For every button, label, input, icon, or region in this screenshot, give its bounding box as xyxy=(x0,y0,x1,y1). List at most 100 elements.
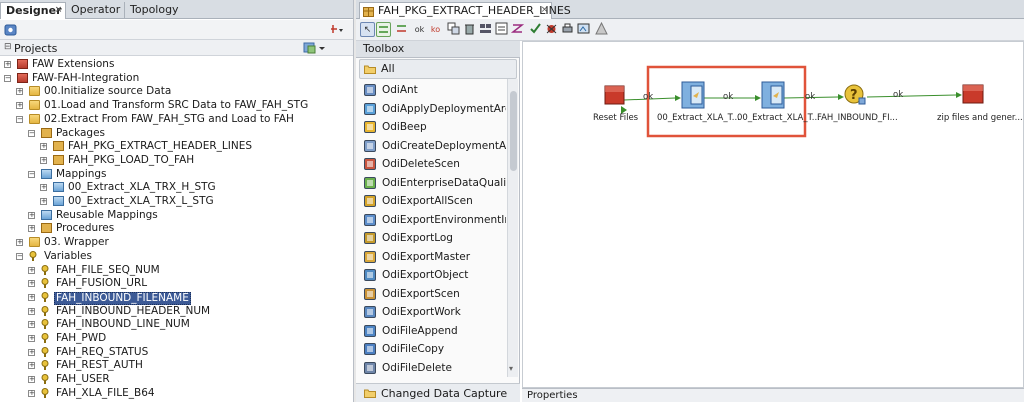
expand-toggle-icon[interactable]: + xyxy=(40,198,47,205)
tree-item[interactable]: + FAH_FILE_SEQ_NUM xyxy=(28,264,344,277)
toolbox-item[interactable]: OdiFileCopy xyxy=(364,340,506,358)
expand-toggle-icon[interactable]: + xyxy=(16,88,23,96)
toolbox-item[interactable]: OdiExportMaster xyxy=(364,248,506,266)
expand-toggle-icon[interactable]: + xyxy=(28,389,35,397)
expand-toggle-icon[interactable]: + xyxy=(40,156,47,164)
projects-menu-icon[interactable] xyxy=(303,41,327,55)
tab-topology[interactable]: Topology xyxy=(124,2,186,19)
toolbox-item[interactable]: OdiFileDelete xyxy=(364,359,506,377)
projects-section-header[interactable]: ⊟ Projects xyxy=(0,40,353,56)
tree-item[interactable]: +00_Extract_XLA_TRX_L_STG xyxy=(40,195,344,208)
next-step-ko-icon[interactable] xyxy=(394,22,409,37)
ko-path-icon[interactable]: ko xyxy=(428,22,443,37)
tree-item[interactable]: + FAH_USER xyxy=(28,373,344,386)
expand-toggle-icon[interactable]: + xyxy=(28,335,35,342)
toolbox-item[interactable]: OdiAnt xyxy=(364,81,506,99)
expand-toggle-icon[interactable]: + xyxy=(28,307,35,315)
close-icon[interactable]: × xyxy=(540,6,549,15)
tree-item[interactable]: +03. Wrapper xyxy=(16,236,344,249)
export-image-icon[interactable] xyxy=(576,22,591,37)
collapse-toggle-icon[interactable]: − xyxy=(28,170,35,178)
toolbox-item[interactable]: OdiDeleteScen xyxy=(364,155,506,173)
toolbox-item[interactable]: OdiExportLog xyxy=(364,229,506,247)
tree-item[interactable]: − 02.Extract From FAW_FAH_STG and Load to… xyxy=(16,113,344,126)
tree-item[interactable]: + FAH_REST_AUTH xyxy=(28,359,344,372)
toolbox-item[interactable]: OdiApplyDeploymentArchive xyxy=(364,100,506,118)
reroute-icon[interactable] xyxy=(510,22,525,37)
tree-item[interactable]: − FAW-FAH-Integration xyxy=(4,72,344,85)
tab-designer[interactable]: Designer × xyxy=(0,2,66,19)
expand-toggle-icon[interactable]: + xyxy=(28,321,35,329)
tree-item[interactable]: + FAH_FUSION_URL xyxy=(28,277,344,290)
debug-icon[interactable] xyxy=(544,22,559,37)
toolbox-group-changed-data-capture[interactable]: Changed Data Capture xyxy=(356,383,520,402)
collapse-toggle-icon[interactable]: − xyxy=(4,74,11,82)
tree-item[interactable]: + FAH_INBOUND_LINE_NUM xyxy=(28,318,344,331)
tree-item[interactable]: + Procedures xyxy=(28,222,344,235)
node-extract-xla-trx-l[interactable] xyxy=(761,81,785,109)
edge-variable-to-zip[interactable] xyxy=(866,94,957,98)
ok-path-icon[interactable]: ok xyxy=(412,22,427,37)
node-zip-files[interactable] xyxy=(962,84,984,104)
tab-fah-pkg-extract-header-lines[interactable]: FAH_PKG_EXTRACT_HEADER_LINES × xyxy=(359,2,571,19)
tree-item[interactable]: + FAH_PWD xyxy=(28,332,344,345)
validate-icon[interactable] xyxy=(528,22,543,37)
collapse-icon[interactable]: ⊟ xyxy=(4,42,12,52)
close-icon[interactable]: × xyxy=(54,6,63,15)
duplicate-icon[interactable] xyxy=(446,22,461,37)
select-tool-icon[interactable]: ↖ xyxy=(360,22,375,37)
toolbox-item[interactable]: OdiCreateDeploymentArchive xyxy=(364,137,506,155)
collapse-toggle-icon[interactable]: − xyxy=(16,115,23,123)
toolbox-item[interactable]: OdiFileAppend xyxy=(364,322,506,340)
expand-toggle-icon[interactable]: + xyxy=(16,102,23,110)
tree-item[interactable]: + Reusable Mappings xyxy=(28,209,344,222)
toolbox-scroll-thumb[interactable] xyxy=(510,91,517,171)
tree-item[interactable]: + FAW Extensions xyxy=(4,58,344,71)
delete-icon[interactable] xyxy=(462,22,477,37)
expand-toggle-icon[interactable]: + xyxy=(28,211,35,219)
align-icon[interactable] xyxy=(478,22,493,37)
tree-item[interactable]: +01.Load and Transform SRC Data to FAW_F… xyxy=(16,99,344,112)
toolbox-item[interactable]: OdiBeep xyxy=(364,118,506,136)
expand-toggle-icon[interactable]: + xyxy=(4,61,11,68)
toolbox-scrollbar[interactable]: ▾ xyxy=(507,79,518,377)
node-reset-files[interactable] xyxy=(604,85,627,114)
toolbox-group-all[interactable]: All xyxy=(359,59,517,79)
tree-item[interactable]: +00.Initialize source Data xyxy=(16,85,344,98)
collapse-toggle-icon[interactable]: − xyxy=(28,129,35,137)
tree-item[interactable]: +00_Extract_XLA_TRX_H_STG xyxy=(40,181,344,194)
layout-icon[interactable] xyxy=(494,22,509,37)
expand-toggle-icon[interactable]: + xyxy=(28,280,35,288)
toolbox-item[interactable]: OdiExportEnvironmentInformation xyxy=(364,211,506,229)
package-diagram-canvas[interactable]: ? Reset Files 00_Extract_XLA_T... 00_Ext… xyxy=(522,41,1024,388)
toolbox-item[interactable]: OdiEnterpriseDataQuality xyxy=(364,174,506,192)
expand-toggle-icon[interactable]: + xyxy=(28,266,35,274)
expand-toggle-icon[interactable]: + xyxy=(28,362,35,370)
expand-toggle-icon[interactable]: + xyxy=(40,143,47,151)
expand-toggle-icon[interactable]: + xyxy=(28,376,35,384)
print-icon[interactable] xyxy=(560,22,575,37)
tab-operator[interactable]: Operator xyxy=(66,2,124,19)
next-step-ok-icon[interactable] xyxy=(376,22,391,37)
toolbox-item[interactable]: OdiExportObject xyxy=(364,266,506,284)
tree-item[interactable]: + FAH_XLA_FILE_B64 xyxy=(28,387,344,400)
tree-item[interactable]: − Variables xyxy=(16,250,344,263)
collapse-toggle-icon[interactable]: − xyxy=(16,252,23,260)
tree-item[interactable]: + FAH_INBOUND_FILENAME xyxy=(28,291,344,305)
tree-item[interactable]: + FAH_PKG_EXTRACT_HEADER_LINES xyxy=(40,140,344,153)
node-extract-xla-trx-h[interactable] xyxy=(681,81,705,109)
properties-bar[interactable]: Properties xyxy=(522,388,1024,402)
expand-toggle-icon[interactable]: + xyxy=(28,225,35,233)
node-fah-inbound-filename[interactable]: ? xyxy=(844,84,866,105)
expand-toggle-icon[interactable]: + xyxy=(40,184,47,192)
toolbox-item[interactable]: OdiExportScen xyxy=(364,285,506,303)
tree-item[interactable]: + FAH_REQ_STATUS xyxy=(28,346,344,359)
connect-icon[interactable] xyxy=(4,24,17,36)
scroll-down-icon[interactable]: ▾ xyxy=(509,364,513,373)
toolbox-item[interactable]: OdiExportAllScen xyxy=(364,192,506,210)
toolbox-item[interactable]: OdiExportWork xyxy=(364,303,506,321)
expand-toggle-icon[interactable]: + xyxy=(16,239,23,247)
pin-menu-icon[interactable] xyxy=(329,23,347,37)
tree-item[interactable]: + FAH_PKG_LOAD_TO_FAH xyxy=(40,154,344,167)
warning-icon[interactable] xyxy=(594,21,609,37)
